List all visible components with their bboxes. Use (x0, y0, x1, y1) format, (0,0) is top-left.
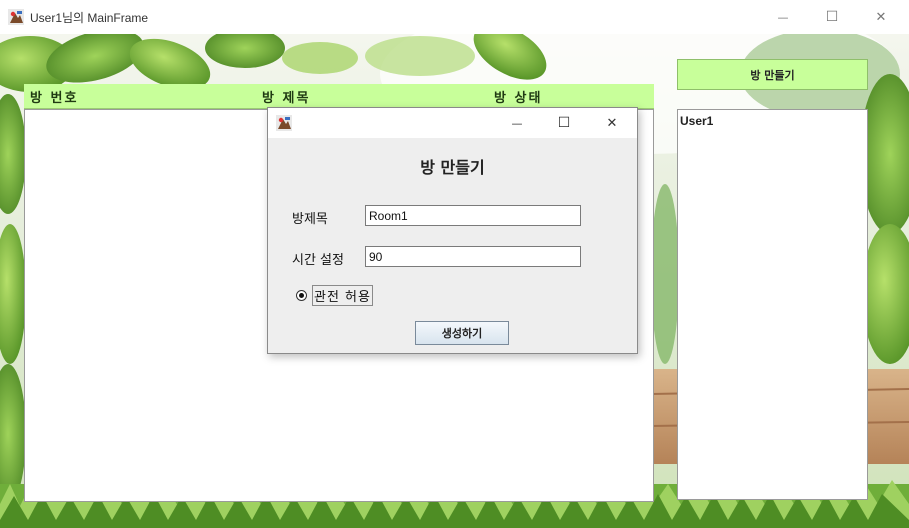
spectate-radio[interactable] (296, 289, 307, 301)
dialog-maximize-button[interactable]: ☐ (541, 108, 587, 138)
column-room-status[interactable]: 방 상태 (494, 87, 542, 106)
minimize-icon: — (777, 10, 789, 24)
time-setting-label: 시간 설정 (292, 253, 344, 268)
java-app-icon (8, 9, 24, 25)
room-title-input[interactable] (365, 205, 581, 226)
room-title-label: 방제목 (292, 212, 328, 227)
spectate-option[interactable]: 관전 허용 (296, 284, 373, 306)
room-table-header: 방 번호 방 제목 방 상태 (24, 84, 654, 109)
minimize-button[interactable]: — (760, 0, 806, 34)
user-list[interactable]: User1 (677, 109, 868, 500)
window-title: User1님의 MainFrame (30, 11, 149, 25)
close-icon: ✕ (875, 9, 887, 25)
column-room-number[interactable]: 방 번호 (30, 87, 78, 106)
main-titlebar: User1님의 MainFrame — ☐ ✕ (0, 0, 909, 35)
dialog-minimize-button[interactable]: — (494, 108, 540, 138)
radio-selected-dot (299, 292, 304, 298)
minimize-icon: — (511, 116, 523, 130)
user-list-item[interactable]: User1 (680, 114, 713, 128)
close-button[interactable]: ✕ (858, 0, 904, 34)
time-setting-input[interactable] (365, 246, 581, 267)
dialog-titlebar[interactable]: — ☐ ✕ (268, 108, 637, 138)
create-button[interactable]: 생성하기 (415, 321, 509, 345)
maximize-icon: ☐ (557, 115, 571, 131)
java-app-icon (276, 115, 292, 131)
dialog-heading: 방 만들기 (420, 158, 485, 177)
maximize-button[interactable]: ☐ (809, 0, 855, 34)
make-room-button[interactable]: 방 만들기 (677, 59, 868, 90)
column-room-title[interactable]: 방 제목 (262, 87, 310, 106)
dialog-close-button[interactable]: ✕ (589, 108, 635, 138)
maximize-icon: ☐ (825, 9, 839, 25)
create-room-dialog: — ☐ ✕ 방 만들기 방제목 시간 설정 관전 허용 생성하기 (267, 107, 638, 354)
spectate-label[interactable]: 관전 허용 (312, 284, 373, 306)
close-icon: ✕ (606, 115, 618, 131)
